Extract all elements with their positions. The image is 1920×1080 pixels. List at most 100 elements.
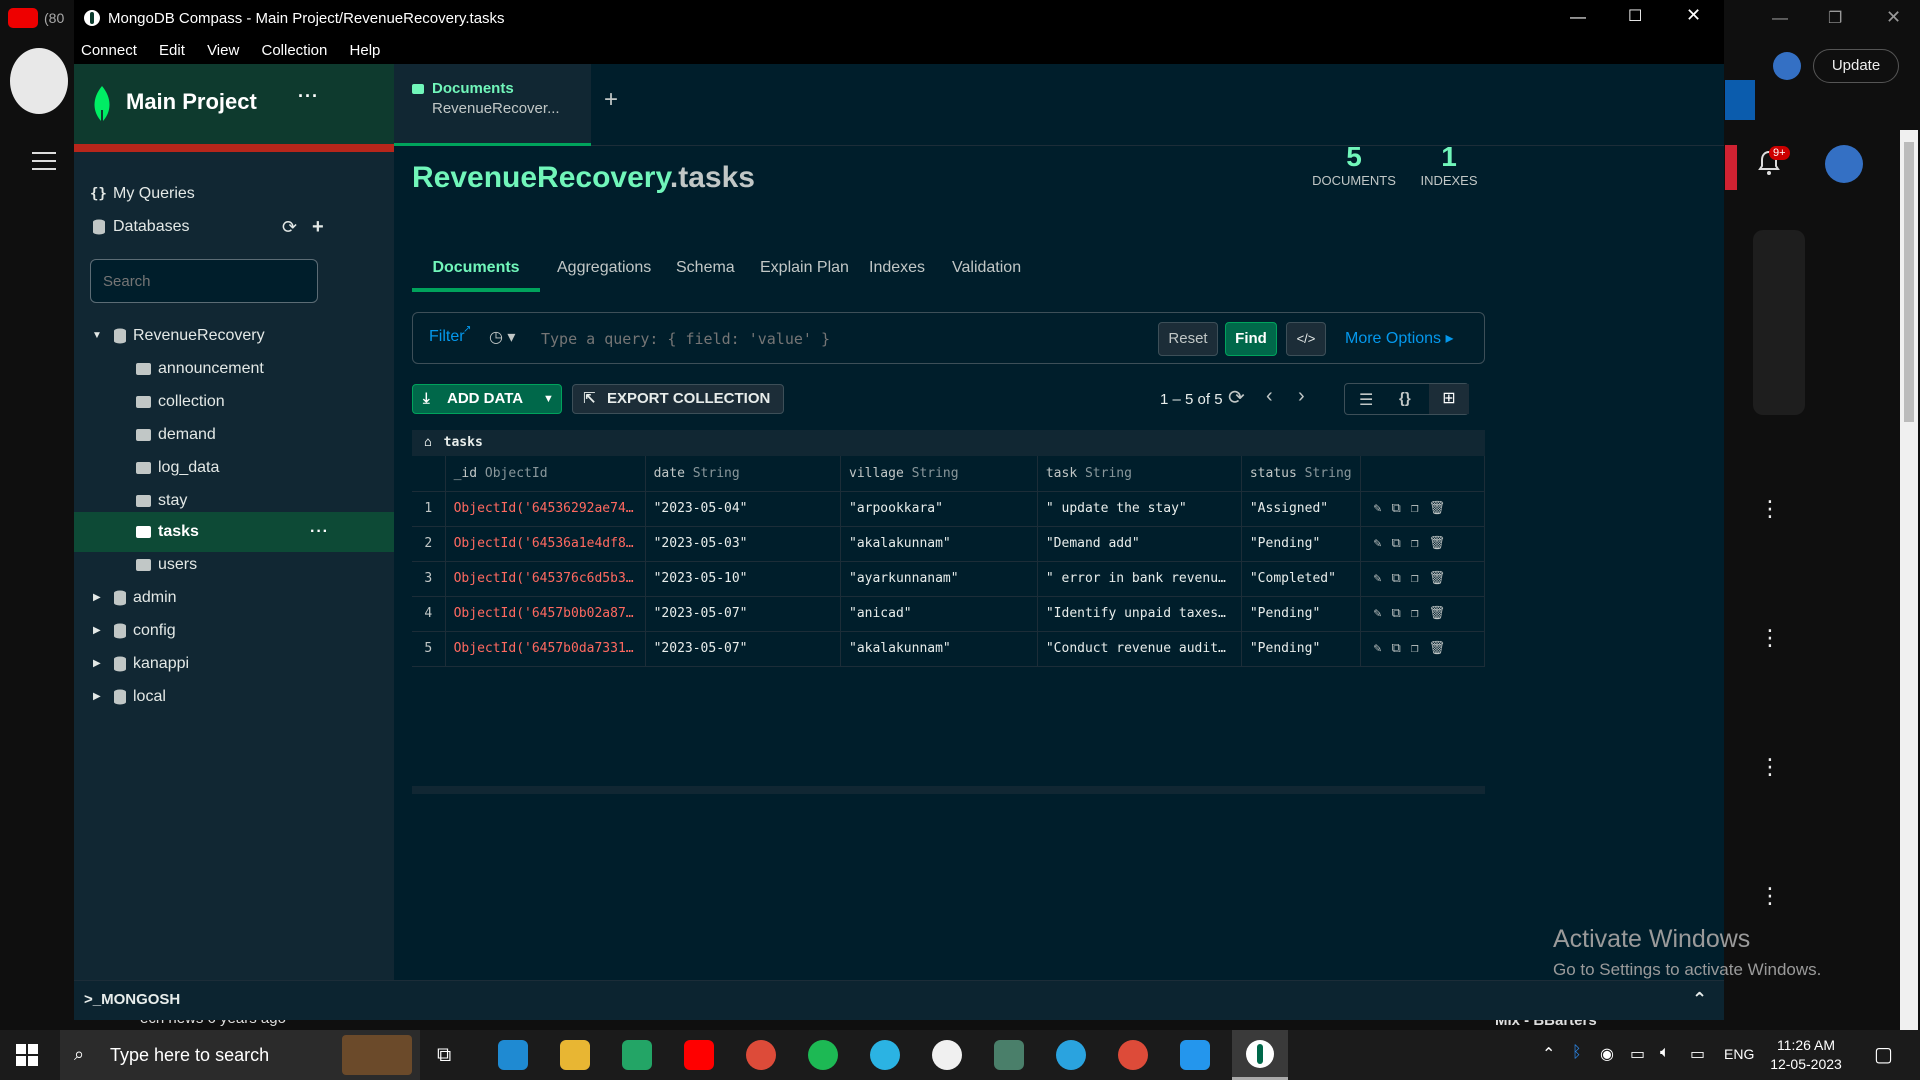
avatar[interactable]	[1825, 145, 1863, 183]
edit-icon[interactable]: ✎	[1374, 606, 1382, 621]
cell-task[interactable]: " error in bank revenue"	[1037, 561, 1242, 597]
table-row[interactable]: 4ObjectId('6457b0b02a87ac31fc0…"2023-05-…	[412, 596, 1486, 632]
camera-icon[interactable]: ◉	[1600, 1044, 1614, 1064]
cell-status[interactable]: "Pending"	[1241, 526, 1361, 562]
cell-id[interactable]: ObjectId('645376c6d5b3251a640…	[445, 561, 646, 597]
clone-icon[interactable]: ❐	[1411, 536, 1419, 551]
subtab-aggregations[interactable]: Aggregations	[557, 254, 651, 282]
database-row-local[interactable]: ▶ local	[74, 677, 394, 717]
cell-date[interactable]: "2023-05-03"	[645, 526, 842, 562]
scrollbar-thumb[interactable]	[1904, 142, 1914, 422]
reset-button[interactable]: Reset	[1158, 322, 1218, 356]
cell-status[interactable]: "Completed"	[1241, 561, 1361, 597]
tab-documents[interactable]: Documents RevenueRecover...	[394, 64, 591, 146]
kebab-menu-icon[interactable]: ⋮	[1759, 756, 1781, 778]
youtube-icon[interactable]	[684, 1040, 714, 1070]
windows-start-icon[interactable]	[16, 1044, 38, 1066]
spotify-icon[interactable]	[808, 1040, 838, 1070]
new-tab-icon[interactable]: +	[604, 86, 618, 114]
compass-taskbar-button[interactable]	[1232, 1030, 1288, 1080]
cell-date[interactable]: "2023-05-10"	[645, 561, 842, 597]
maximize-icon[interactable]: ☐	[1628, 6, 1642, 26]
scrollbar-track[interactable]	[1900, 130, 1918, 1030]
cell-status[interactable]: "Pending"	[1241, 631, 1361, 667]
databases-row[interactable]: Databases ⟳ +	[74, 207, 394, 247]
vscode-icon[interactable]	[498, 1040, 528, 1070]
table-row[interactable]: 2ObjectId('64536a1e4df8832f6b0…"2023-05-…	[412, 526, 1486, 562]
subtab-explain-plan[interactable]: Explain Plan	[760, 254, 849, 282]
copy-icon[interactable]: ⧉	[1391, 641, 1400, 656]
kebab-menu-icon[interactable]: ⋮	[1759, 498, 1781, 520]
cell-village[interactable]: "akalakunnam"	[840, 526, 1038, 562]
clone-icon[interactable]: ❐	[1411, 606, 1419, 621]
file-explorer-icon[interactable]	[560, 1040, 590, 1070]
cell-village[interactable]: "akalakunnam"	[840, 631, 1038, 667]
table-row[interactable]: 3ObjectId('645376c6d5b3251a640…"2023-05-…	[412, 561, 1486, 597]
home-icon[interactable]: ⌂	[424, 435, 432, 450]
cell-date[interactable]: "2023-05-07"	[645, 596, 842, 632]
cell-village[interactable]: "anicad"	[840, 596, 1038, 632]
menu-connect[interactable]: Connect	[81, 38, 137, 64]
project-menu-icon[interactable]: ···	[298, 86, 319, 107]
sidebar-search-input[interactable]	[90, 259, 318, 303]
task-view-icon[interactable]: ⧉	[437, 1044, 451, 1067]
edit-icon[interactable]: ✎	[1374, 641, 1382, 656]
horizontal-scrollbar[interactable]	[412, 786, 1485, 794]
chrome-icon[interactable]	[746, 1040, 776, 1070]
column-header-id[interactable]: _id ObjectId	[445, 456, 646, 492]
app-icon[interactable]	[932, 1040, 962, 1070]
mongosh-bar[interactable]: >_MONGOSH ⌃	[74, 980, 1724, 1020]
column-header-village[interactable]: village String	[840, 456, 1038, 492]
find-button[interactable]: Find	[1225, 322, 1277, 356]
copy-icon[interactable]: ⧉	[1391, 571, 1400, 586]
query-history-icon[interactable]: ◷ ▾	[489, 327, 515, 347]
refresh-icon[interactable]: ⟳	[1228, 385, 1245, 410]
cell-date[interactable]: "2023-05-04"	[645, 491, 842, 527]
cell-id[interactable]: ObjectId('6457b0b02a87ac31fc0…	[445, 596, 646, 632]
table-view-icon[interactable]: ⊞	[1429, 384, 1469, 414]
edit-icon[interactable]: ✎	[1374, 536, 1382, 551]
chevron-right-icon[interactable]: ›	[1298, 385, 1305, 408]
update-button[interactable]: Update	[1813, 49, 1899, 83]
code-view-icon[interactable]: </>	[1286, 322, 1326, 356]
delete-icon[interactable]: 🗑︎	[1429, 536, 1446, 551]
chrome-icon[interactable]	[1118, 1040, 1148, 1070]
menu-collection[interactable]: Collection	[262, 38, 328, 64]
delete-icon[interactable]: 🗑︎	[1429, 641, 1446, 656]
chevron-left-icon[interactable]: ‹	[1266, 385, 1273, 408]
cell-task[interactable]: "Conduct revenue audits: The …	[1037, 631, 1242, 667]
cell-task[interactable]: " update the stay"	[1037, 491, 1242, 527]
clone-icon[interactable]: ❐	[1411, 501, 1419, 516]
export-collection-button[interactable]: ⇱ EXPORT COLLECTION	[572, 384, 784, 414]
cell-status[interactable]: "Pending"	[1241, 596, 1361, 632]
notifications-icon[interactable]: ▢	[1874, 1042, 1893, 1067]
menu-view[interactable]: View	[207, 38, 239, 64]
subtab-indexes[interactable]: Indexes	[869, 254, 925, 282]
delete-icon[interactable]: 🗑︎	[1429, 606, 1446, 621]
edit-icon[interactable]: ✎	[1374, 571, 1382, 586]
docker-icon[interactable]	[1180, 1040, 1210, 1070]
list-view-icon[interactable]: ☰	[1359, 390, 1373, 410]
cell-id[interactable]: ObjectId('64536292ae743609aa0…	[445, 491, 646, 527]
edit-icon[interactable]: ✎	[1374, 501, 1382, 516]
chevron-up-icon[interactable]: ⌃	[1542, 1044, 1555, 1064]
delete-icon[interactable]: 🗑︎	[1429, 501, 1446, 516]
copy-icon[interactable]: ⧉	[1391, 606, 1400, 621]
copy-icon[interactable]: ⧉	[1391, 501, 1400, 516]
clone-icon[interactable]: ❐	[1411, 641, 1419, 656]
minimize-icon[interactable]: —	[1570, 9, 1586, 27]
kebab-menu-icon[interactable]: ⋮	[1759, 627, 1781, 649]
delete-icon[interactable]: 🗑︎	[1429, 571, 1446, 586]
filter-link[interactable]: Filter	[429, 328, 465, 346]
cell-status[interactable]: "Assigned"	[1241, 491, 1361, 527]
taskbar-clock[interactable]: 11:26 AM 12-05-2023	[1766, 1036, 1846, 1074]
cell-date[interactable]: "2023-05-07"	[645, 631, 842, 667]
json-view-icon[interactable]: {}	[1399, 390, 1411, 407]
refresh-icon[interactable]: ⟳	[282, 207, 297, 247]
cell-task[interactable]: "Identify unpaid taxes: The r…	[1037, 596, 1242, 632]
query-input[interactable]	[541, 324, 1121, 354]
bluetooth-icon[interactable]: ᛒ	[1572, 1044, 1582, 1062]
cell-village[interactable]: "arpookkara"	[840, 491, 1038, 527]
close-icon[interactable]: ✕	[1686, 5, 1701, 26]
column-header-date[interactable]: date String	[645, 456, 842, 492]
